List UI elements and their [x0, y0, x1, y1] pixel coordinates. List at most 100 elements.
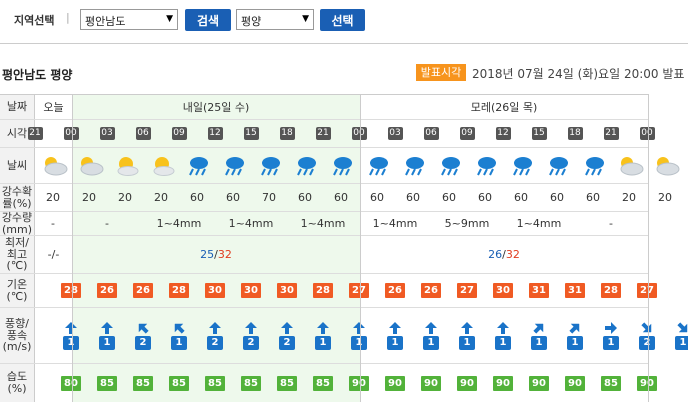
minmax-tomorrow: 25/32 — [72, 236, 360, 273]
wind-cell: 1 — [377, 308, 413, 363]
wind-speed: 2 — [279, 335, 295, 350]
arrow-up-icon — [497, 321, 509, 334]
precip-prob-cell: 60 — [586, 191, 600, 204]
temp-badge: 28 — [313, 283, 333, 298]
wind-speed: 1 — [171, 335, 187, 350]
sun-cloud-icon — [144, 148, 180, 183]
humidity-badge: 90 — [457, 375, 477, 391]
humidity-cell: 90 — [557, 364, 593, 402]
rain-icon — [468, 148, 504, 183]
wind-cell: 1 — [413, 308, 449, 363]
humidity-cell: 85 — [125, 364, 161, 402]
hour-badge: 21 — [315, 127, 331, 140]
search-button[interactable]: 검색 — [185, 9, 231, 31]
temp-cell: 28 — [53, 274, 89, 307]
hour-badge: 12 — [495, 127, 511, 140]
humidity-cell: 90 — [341, 364, 377, 402]
temp-cell: 30 — [197, 274, 233, 307]
wind-cell: 2 — [197, 308, 233, 363]
chevron-down-icon: ▼ — [166, 14, 173, 24]
rain-icon — [540, 148, 576, 183]
hour-cell: 21 — [598, 120, 624, 147]
hour-cell: 15 — [526, 120, 552, 147]
hour-row: 시각 21 00 03 06 09 12 15 18 21 00 03 06 09 12 15 18 21 00 — [0, 120, 655, 148]
humidity-badge: 85 — [313, 375, 333, 391]
wind-speed: 1 — [567, 335, 583, 350]
humidity-badge: 90 — [565, 375, 585, 391]
hour-cell: 06 — [130, 120, 156, 147]
humidity-badge: 90 — [385, 375, 405, 391]
arrow-up-icon — [425, 321, 437, 334]
rain-icon — [360, 148, 396, 183]
humidity-cell: 85 — [161, 364, 197, 402]
humidity-cell: 85 — [233, 364, 269, 402]
humidity-cell: 90 — [629, 364, 665, 402]
arrow-up-icon — [569, 322, 581, 334]
hour-cell: 00 — [634, 120, 660, 147]
day-today: 오늘 — [43, 101, 64, 114]
humidity-badge: 90 — [349, 375, 369, 391]
row-header-date: 날짜 — [0, 95, 35, 119]
hour-badge: 15 — [243, 127, 259, 140]
humidity-cell: 85 — [305, 364, 341, 402]
announce-badge: 발표시각 — [416, 64, 466, 81]
wind-indicator: 1 — [171, 322, 187, 350]
precip-amount-cell: 1~4mm — [228, 217, 274, 230]
wind-speed: 2 — [243, 335, 259, 350]
humidity-cell: 85 — [269, 364, 305, 402]
wind-indicator: 1 — [63, 321, 79, 350]
wind-indicator: 1 — [531, 322, 547, 350]
temp-badge: 26 — [97, 283, 117, 298]
min-temp: 26 — [488, 248, 503, 261]
select-button[interactable]: 선택 — [320, 9, 365, 31]
humidity-badge: 90 — [421, 375, 441, 391]
precip-amount-row: 강수량(mm) - - 1~4mm 1~4mm 1~4mm 1~4mm 5~9mm 1~4mm… — [0, 212, 648, 236]
wind-cell: 1 — [89, 308, 125, 363]
wind-indicator: 1 — [495, 321, 511, 350]
divider — [360, 94, 361, 402]
humidity-cell: 90 — [413, 364, 449, 402]
precip-prob-cell: 60 — [514, 191, 528, 204]
wind-cell: 1 — [557, 308, 593, 363]
temp-cell: 27 — [341, 274, 377, 307]
temp-badge: 31 — [565, 283, 585, 298]
temp-cell: 28 — [161, 274, 197, 307]
precip-amount-cell: 5~9mm — [444, 217, 490, 230]
humidity-row: 습도(%) 80 85 85 85 85 85 85 85 90 90 90 90 90 90 90 85 90 — [0, 364, 657, 402]
precip-prob-cell: 60 — [442, 191, 456, 204]
hour-badge: 21 — [27, 127, 43, 140]
wind-indicator: 2 — [243, 321, 259, 350]
precip-prob-cell: 60 — [550, 191, 564, 204]
temp-cell: 27 — [629, 274, 665, 307]
temp-cell: 26 — [125, 274, 161, 307]
row-header-wind: 풍향/풍속(m/s) — [0, 308, 35, 363]
wind-indicator: 1 — [603, 321, 619, 350]
arrow-up-icon — [317, 321, 329, 334]
wind-indicator: 1 — [459, 321, 475, 350]
humidity-badge: 85 — [169, 375, 189, 391]
city-select[interactable]: 평양 ▼ — [236, 9, 314, 30]
precip-prob-cell: 60 — [334, 191, 348, 204]
hour-cell: 12 — [202, 120, 228, 147]
wind-indicator: 2 — [135, 322, 151, 350]
minmax-row: 최저/최고(℃) -/- 25/32 26/32 — [0, 236, 648, 274]
arrow-up-icon — [461, 321, 473, 334]
arrow-up-icon — [65, 321, 77, 334]
hour-badge: 03 — [387, 127, 403, 140]
wind-speed: 1 — [495, 335, 511, 350]
region-label: 지역선택 — [14, 14, 55, 27]
hour-cell: 03 — [94, 120, 120, 147]
precip-amount-cell: - — [51, 217, 55, 230]
temp-cell: 28 — [593, 274, 629, 307]
hour-cell: 00 — [346, 120, 372, 147]
hour-badge: 21 — [603, 127, 619, 140]
hour-badge: 00 — [351, 127, 367, 140]
temp-cell: 30 — [233, 274, 269, 307]
province-select[interactable]: 평안남도 ▼ — [80, 9, 178, 30]
wind-cell: 1 — [161, 308, 197, 363]
rain-icon — [432, 148, 468, 183]
arrow-up-icon — [209, 321, 221, 334]
arrow-up-icon — [533, 322, 545, 334]
date-row: 날짜 오늘 내일(25일 수) 모레(26일 목) — [0, 94, 648, 120]
temp-badge: 31 — [529, 283, 549, 298]
